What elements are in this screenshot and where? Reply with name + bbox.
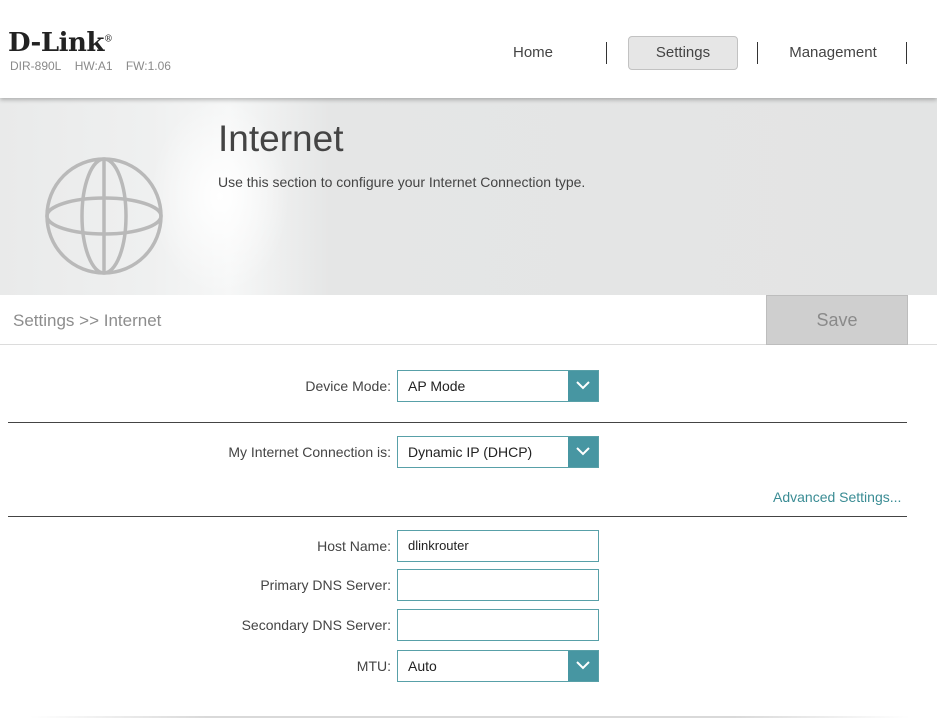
mtu-select[interactable]: Auto [397, 650, 599, 682]
connection-type-value: Dynamic IP (DHCP) [408, 444, 533, 460]
globe-icon [45, 157, 163, 275]
device-mode-select[interactable]: AP Mode [397, 370, 599, 402]
page-title: Internet [218, 118, 344, 159]
connection-row: My Internet Connection is: Dynamic IP (D… [0, 436, 937, 468]
breadcrumb: Settings >> Internet [13, 311, 162, 330]
breadcrumb-bar: Settings >> Internet Save [0, 295, 937, 345]
secondary-dns-label: Secondary DNS Server: [241, 617, 391, 633]
nav-management[interactable]: Management [780, 36, 886, 70]
host-name-value: dlinkrouter [408, 538, 469, 553]
host-name-label: Host Name: [317, 538, 391, 554]
device-mode-value: AP Mode [408, 378, 466, 394]
header: D-Link® DIR-890L HW:A1 FW:1.06 Home Sett… [0, 0, 937, 98]
mtu-label: MTU: [356, 658, 391, 674]
mtu-value: Auto [408, 658, 437, 674]
nav-separator [606, 42, 607, 64]
secondary-dns-input[interactable] [397, 609, 599, 641]
host-name-row: Host Name: dlinkrouter [0, 530, 937, 562]
save-button[interactable]: Save [766, 295, 908, 345]
chevron-down-icon[interactable] [568, 437, 598, 467]
primary-dns-input[interactable] [397, 569, 599, 601]
connection-type-select[interactable]: Dynamic IP (DHCP) [397, 436, 599, 468]
primary-dns-row: Primary DNS Server: [0, 569, 937, 601]
section-divider [8, 516, 907, 517]
section-divider [8, 422, 907, 423]
top-nav: Home Settings Management [0, 36, 937, 70]
device-mode-label: Device Mode: [305, 378, 391, 394]
primary-dns-label: Primary DNS Server: [260, 577, 391, 593]
page-description: Use this section to configure your Inter… [218, 174, 586, 190]
nav-home[interactable]: Home [490, 36, 576, 70]
host-name-input[interactable]: dlinkrouter [397, 530, 599, 562]
secondary-dns-row: Secondary DNS Server: [0, 609, 937, 641]
nav-separator [757, 42, 758, 64]
page-banner: Internet Use this section to configure y… [0, 98, 937, 296]
chevron-down-icon[interactable] [568, 371, 598, 401]
chevron-down-icon[interactable] [568, 651, 598, 681]
device-mode-row: Device Mode: AP Mode [0, 370, 937, 402]
footer-divider [30, 716, 910, 718]
connection-label: My Internet Connection is: [228, 444, 391, 460]
mtu-row: MTU: Auto [0, 650, 937, 682]
nav-separator [906, 42, 907, 64]
advanced-settings-link[interactable]: Advanced Settings... [773, 489, 901, 505]
nav-settings[interactable]: Settings [628, 36, 738, 70]
